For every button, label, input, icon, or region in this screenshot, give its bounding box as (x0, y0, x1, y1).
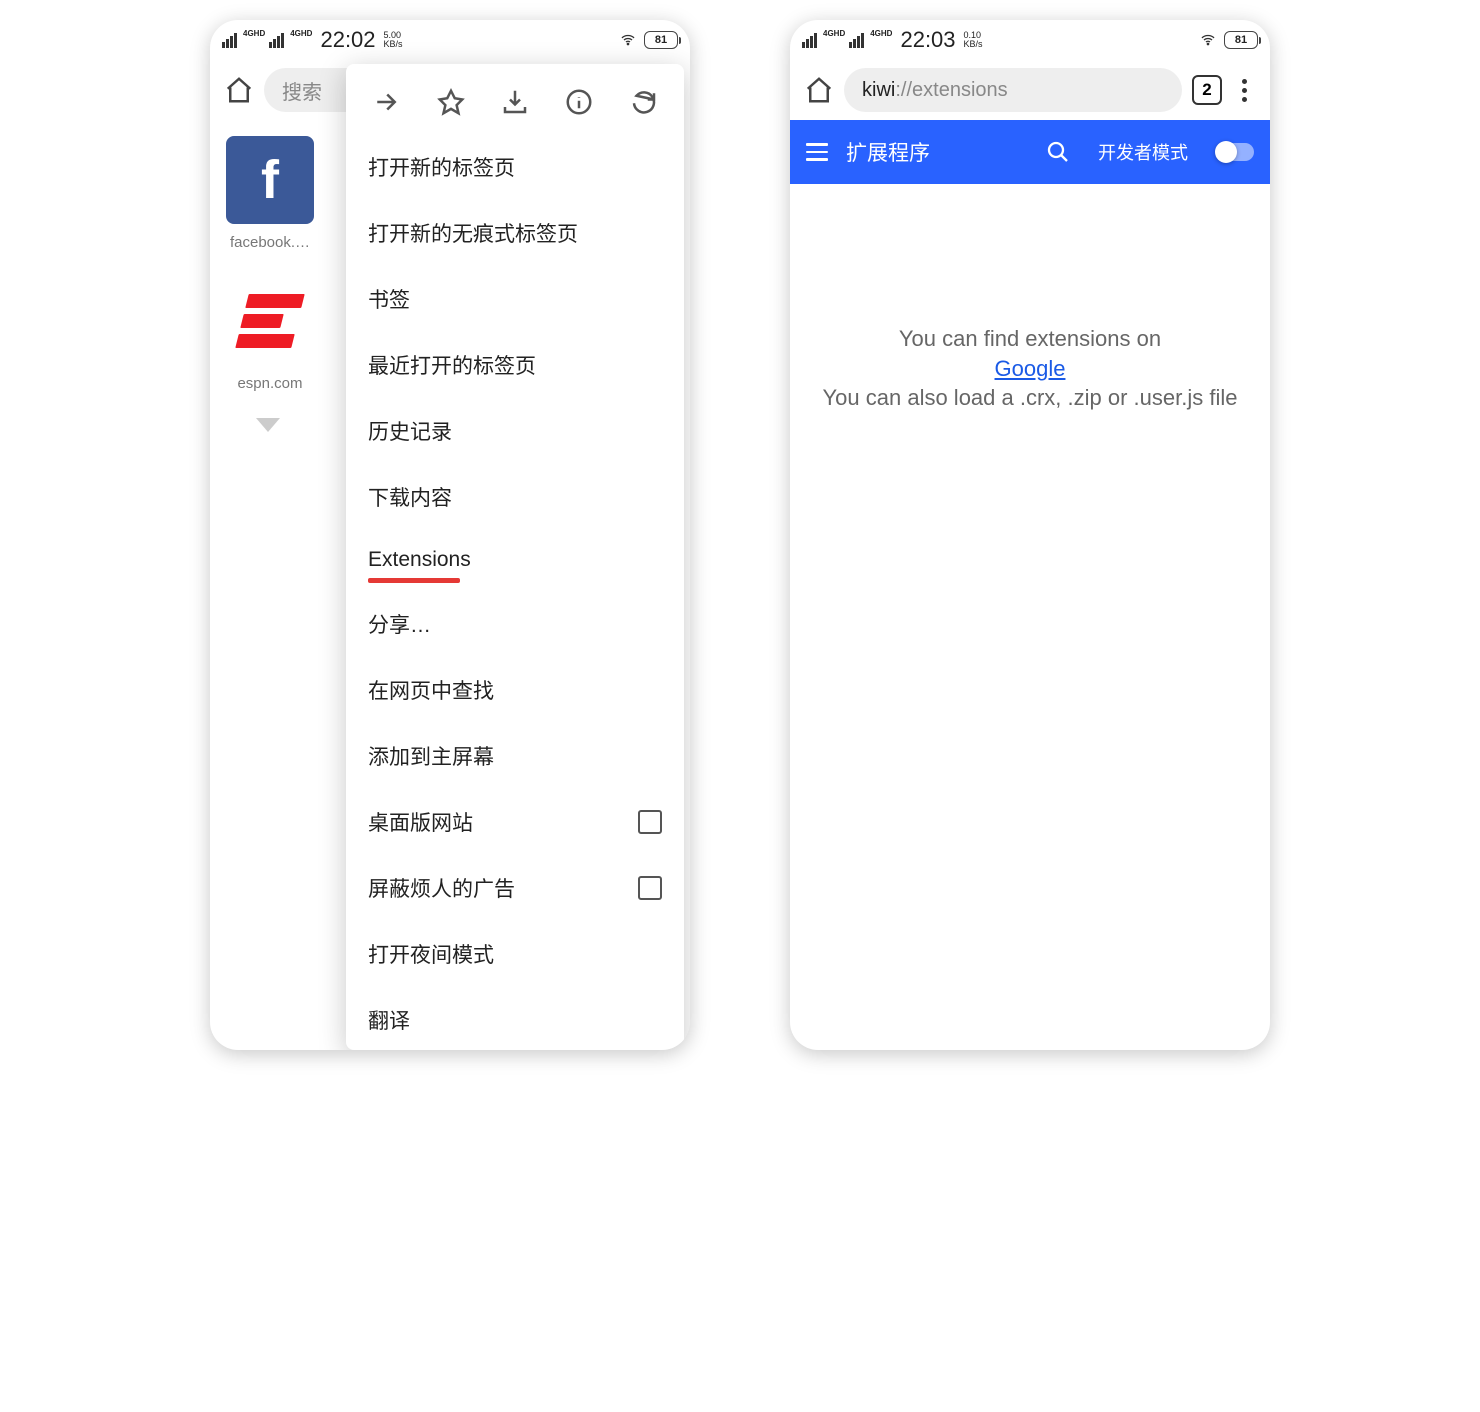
url-path: ://extensions (895, 79, 1007, 102)
download-icon[interactable] (500, 87, 530, 117)
tile-facebook[interactable]: f facebook.… (220, 136, 320, 251)
menu-item-12[interactable]: 打开夜间模式 (346, 921, 684, 987)
menu-item-3[interactable]: 最近打开的标签页 (346, 332, 684, 398)
menu-icon[interactable] (806, 143, 828, 161)
wifi-icon (1198, 32, 1218, 48)
menu-item-label: 打开新的标签页 (368, 152, 515, 182)
menu-item-label: 翻译 (368, 1005, 410, 1035)
tile-espn[interactable]: espn.com (220, 277, 320, 392)
facebook-icon: f (226, 136, 314, 224)
status-right: 81 (1198, 31, 1258, 49)
status-left: 4GHD 4GHD 22:03 0.10KB/s (802, 27, 983, 53)
menu-item-2[interactable]: 书签 (346, 266, 684, 332)
browser-top-bar: kiwi://extensions 2 (790, 60, 1270, 120)
battery-level: 81 (1235, 34, 1247, 46)
menu-item-label: 分享… (368, 609, 431, 639)
menu-top-icons (346, 70, 684, 134)
status-time: 22:03 (900, 27, 955, 53)
checkbox-icon[interactable] (638, 810, 662, 834)
tile-label: facebook.… (220, 234, 320, 251)
info-icon[interactable] (564, 87, 594, 117)
menu-item-0[interactable]: 打开新的标签页 (346, 134, 684, 200)
ext-info-line2: You can also load a .crx, .zip or .user.… (790, 383, 1270, 413)
highlight-underline (368, 578, 460, 583)
menu-item-label: 添加到主屏幕 (368, 741, 494, 771)
signal-icon-2 (849, 33, 864, 48)
reload-icon[interactable] (629, 87, 659, 117)
net-label-1: 4GHD (243, 30, 265, 38)
star-icon[interactable] (436, 87, 466, 117)
menu-item-11[interactable]: 屏蔽烦人的广告 (346, 855, 684, 921)
menu-item-label: 打开夜间模式 (368, 939, 494, 969)
url-input[interactable]: kiwi://extensions (844, 68, 1182, 112)
espn-icon (226, 277, 314, 365)
ext-info-line1: You can find extensions on (790, 324, 1270, 354)
menu-item-8[interactable]: 在网页中查找 (346, 657, 684, 723)
battery-icon: 81 (1224, 31, 1258, 49)
signal-icon-1 (222, 33, 237, 48)
menu-item-label: Extensions (368, 548, 471, 572)
extensions-title: 扩展程序 (846, 137, 1028, 167)
status-left: 4GHD 4GHD 22:02 5.00KB/s (222, 27, 403, 53)
menu-item-label: 桌面版网站 (368, 807, 473, 837)
net-label-1: 4GHD (823, 30, 845, 38)
chevron-down-icon[interactable] (256, 418, 280, 432)
developer-mode-label: 开发者模式 (1098, 139, 1188, 165)
forward-icon[interactable] (371, 87, 401, 117)
menu-item-9[interactable]: 添加到主屏幕 (346, 723, 684, 789)
search-placeholder: 搜索 (282, 76, 322, 105)
phone-right: 4GHD 4GHD 22:03 0.10KB/s 81 kiwi://exten… (790, 20, 1270, 1050)
phone-left: 4GHD 4GHD 22:02 5.00KB/s 81 搜索 f faceboo… (210, 20, 690, 1050)
battery-level: 81 (655, 34, 667, 46)
extensions-header: 扩展程序 开发者模式 (790, 120, 1270, 184)
overflow-menu-button[interactable] (1232, 79, 1256, 102)
home-icon[interactable] (804, 75, 834, 105)
menu-item-label: 在网页中查找 (368, 675, 494, 705)
extensions-body: You can find extensions on Google You ca… (790, 184, 1270, 413)
menu-item-7[interactable]: 分享… (346, 591, 684, 657)
status-time: 22:02 (320, 27, 375, 53)
checkbox-icon[interactable] (638, 876, 662, 900)
developer-mode-toggle[interactable] (1216, 143, 1254, 161)
status-right: 81 (618, 31, 678, 49)
menu-item-label: 打开新的无痕式标签页 (368, 218, 578, 248)
menu-item-13[interactable]: 翻译 (346, 987, 684, 1050)
menu-item-10[interactable]: 桌面版网站 (346, 789, 684, 855)
home-icon[interactable] (224, 75, 254, 105)
signal-icon-2 (269, 33, 284, 48)
menu-item-label: 最近打开的标签页 (368, 350, 536, 380)
menu-item-label: 历史记录 (368, 416, 452, 446)
menu-item-label: 屏蔽烦人的广告 (368, 873, 515, 903)
status-speed: 5.00KB/s (384, 31, 403, 49)
status-bar: 4GHD 4GHD 22:03 0.10KB/s 81 (790, 20, 1270, 60)
menu-item-label: 书签 (368, 284, 410, 314)
battery-icon: 81 (644, 31, 678, 49)
menu-item-1[interactable]: 打开新的无痕式标签页 (346, 200, 684, 266)
menu-item-5[interactable]: 下载内容 (346, 464, 684, 530)
menu-item-4[interactable]: 历史记录 (346, 398, 684, 464)
net-label-2: 4GHD (290, 30, 312, 38)
net-label-2: 4GHD (870, 30, 892, 38)
signal-icon-1 (802, 33, 817, 48)
search-icon[interactable] (1046, 140, 1070, 164)
status-bar: 4GHD 4GHD 22:02 5.00KB/s 81 (210, 20, 690, 60)
url-scheme: kiwi (862, 79, 895, 102)
menu-item-label: 下载内容 (368, 482, 452, 512)
wifi-icon (618, 32, 638, 48)
overflow-menu: 打开新的标签页打开新的无痕式标签页书签最近打开的标签页历史记录下载内容 Exten… (346, 64, 684, 1050)
tab-switcher[interactable]: 2 (1192, 75, 1222, 105)
google-link[interactable]: Google (995, 356, 1066, 381)
status-speed: 0.10KB/s (964, 31, 983, 49)
tile-label: espn.com (220, 375, 320, 392)
menu-list: 打开新的标签页打开新的无痕式标签页书签最近打开的标签页历史记录下载内容 Exten… (346, 134, 684, 1050)
